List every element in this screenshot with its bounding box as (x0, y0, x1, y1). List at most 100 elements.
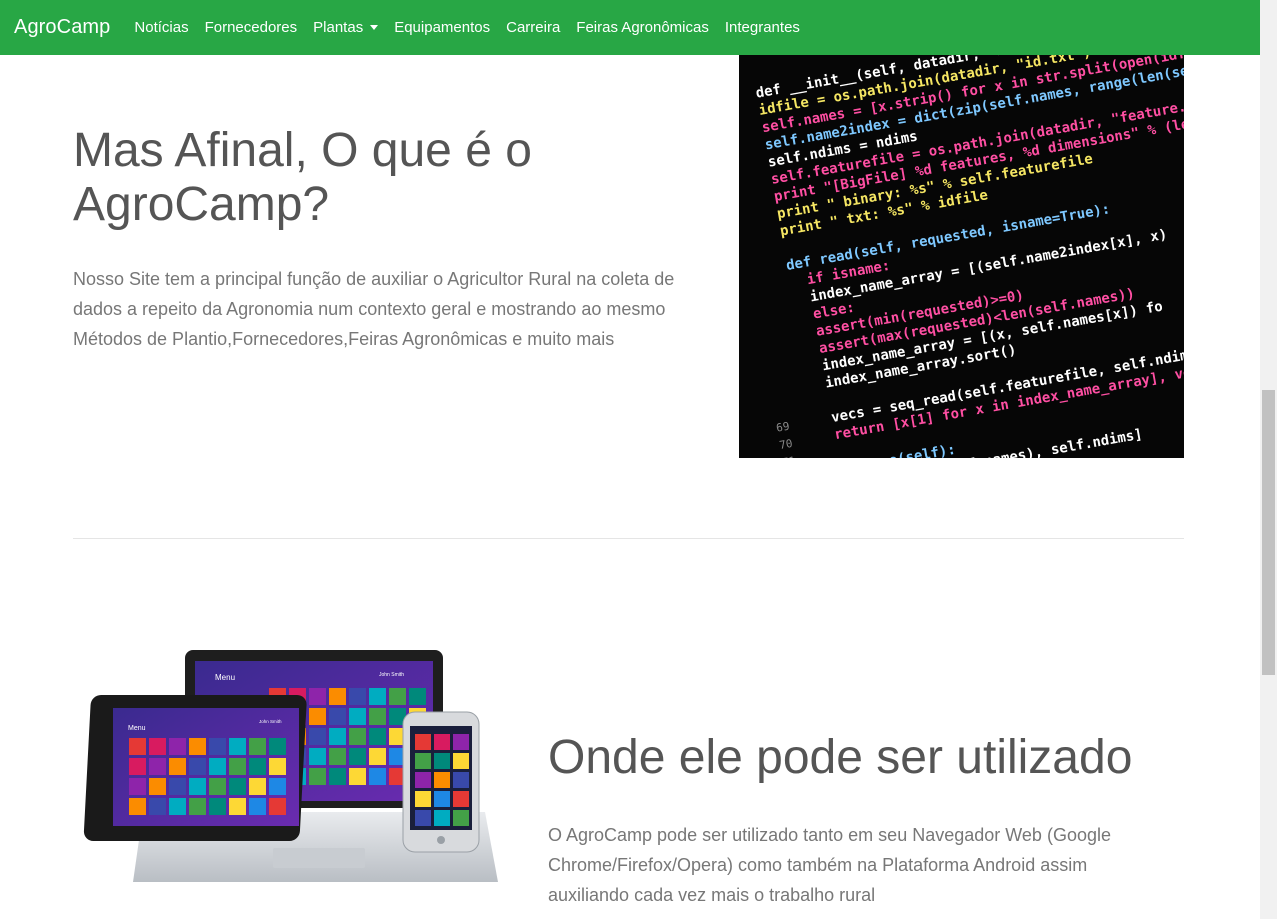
app-tile (389, 688, 406, 705)
nav-label: Notícias (134, 19, 189, 36)
app-tile (349, 708, 366, 725)
app-tile (189, 758, 206, 775)
app-tile (189, 798, 206, 815)
code-line-number: 70 (778, 437, 793, 452)
app-tile (189, 778, 206, 795)
app-tile (349, 688, 366, 705)
app-tile (329, 708, 346, 725)
app-tile (329, 688, 346, 705)
code-screenshot-image: def __init__(self, datadir, "id.txt") idf… (739, 55, 1184, 458)
caret-down-icon (370, 25, 379, 30)
nav-item-integrantes[interactable]: Integrantes (725, 19, 800, 36)
app-tile (149, 798, 166, 815)
app-tile (169, 738, 186, 755)
app-tile (369, 768, 386, 785)
scrollbar-thumb[interactable] (1262, 390, 1275, 675)
tablet-user-text: John Smith (259, 719, 282, 724)
app-tile (209, 758, 226, 775)
page-scrollbar[interactable] (1260, 0, 1277, 919)
brand-logo[interactable]: AgroCamp (14, 16, 110, 39)
app-tile (229, 798, 246, 815)
code-line-number: 69 (775, 420, 790, 435)
app-tile (415, 810, 431, 826)
laptop-user-text: John Smith (379, 672, 404, 678)
nav-item-plantas-dropdown[interactable]: Plantas (313, 19, 379, 36)
app-tile (349, 728, 366, 745)
nav-item-equipamentos[interactable]: Equipamentos (394, 19, 490, 36)
app-tile (453, 753, 469, 769)
app-tile (189, 738, 206, 755)
app-tile (149, 738, 166, 755)
app-tile (329, 768, 346, 785)
app-tile (369, 688, 386, 705)
app-tile (269, 798, 286, 815)
app-tile (309, 688, 326, 705)
app-tile (129, 798, 146, 815)
tablet-menu-text: Menu (128, 725, 146, 732)
devices-image: Menu John Smith Menu John Smith (73, 620, 513, 919)
app-tile (169, 778, 186, 795)
app-tile (415, 791, 431, 807)
nav-item-carreira[interactable]: Carreira (506, 19, 560, 36)
app-tile (329, 748, 346, 765)
app-tile (369, 708, 386, 725)
app-tile (149, 778, 166, 795)
app-tile (309, 748, 326, 765)
app-tile (229, 738, 246, 755)
app-tile (269, 758, 286, 775)
app-tile (434, 791, 450, 807)
navbar: AgroCamp Notícias Fornecedores Plantas E… (0, 0, 1260, 55)
app-tile (249, 798, 266, 815)
nav-label: Integrantes (724, 19, 800, 36)
app-tile (409, 688, 426, 705)
app-tile (209, 738, 226, 755)
nav-label: Equipamentos (394, 19, 491, 36)
app-tile (349, 748, 366, 765)
app-tile (453, 810, 469, 826)
app-tile (169, 758, 186, 775)
app-tile (129, 778, 146, 795)
devices-svg: Menu John Smith Menu John Smith (83, 650, 498, 882)
app-tile (453, 791, 469, 807)
nav-label: Fornecedores (204, 19, 298, 36)
code-line: def shape(self): (821, 442, 957, 458)
nav-item-fornecedores[interactable]: Fornecedores (205, 19, 298, 36)
app-tile (309, 728, 326, 745)
nav-label: Plantas (313, 19, 364, 36)
app-tile (434, 810, 450, 826)
app-tile (249, 758, 266, 775)
nav-item-feiras[interactable]: Feiras Agronômicas (576, 19, 709, 36)
app-tile (434, 753, 450, 769)
nav-label: Feiras Agronômicas (576, 19, 709, 36)
app-tile (329, 728, 346, 745)
app-tile (453, 772, 469, 788)
app-tile (369, 728, 386, 745)
app-tile (434, 772, 450, 788)
section-divider (73, 538, 1184, 539)
phone-tiles (415, 734, 469, 826)
app-tile (209, 778, 226, 795)
section-heading-usage: Onde ele pode ser utilizado (548, 731, 1133, 784)
section-paragraph-usage: O AgroCamp pode ser utilizado tanto em s… (548, 825, 1111, 905)
app-tile (415, 772, 431, 788)
nav-item-noticias[interactable]: Notícias (134, 19, 188, 36)
laptop-trackpad (273, 848, 365, 868)
app-tile (415, 734, 431, 750)
app-tile (229, 758, 246, 775)
app-tile (129, 758, 146, 775)
app-tile (434, 734, 450, 750)
app-tile (229, 778, 246, 795)
app-tile (349, 768, 366, 785)
laptop-menu-text: Menu (215, 673, 235, 682)
phone-home-button (437, 836, 445, 844)
section-paragraph-about: Nosso Site tem a principal função de aux… (73, 269, 675, 349)
app-tile (309, 768, 326, 785)
app-tile (309, 708, 326, 725)
app-tile (149, 758, 166, 775)
app-tile (169, 798, 186, 815)
app-tile (415, 753, 431, 769)
app-tile (209, 798, 226, 815)
app-tile (369, 748, 386, 765)
code-svg: def __init__(self, datadir, "id.txt")idf… (755, 55, 1184, 458)
section-heading-about: Mas Afinal, O que é o AgroCamp? (73, 124, 532, 231)
